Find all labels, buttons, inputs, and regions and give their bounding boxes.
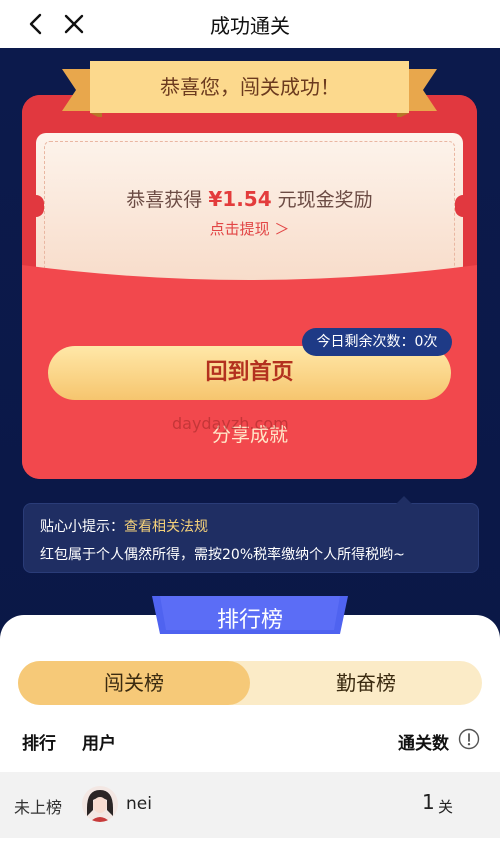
ranking-tabs: 闯关榜 勤奋榜 [18,661,482,705]
page-title: 成功通关 [210,14,290,38]
tips-box: 贴心小提示：查看相关法规 红包属于个人偶然所得，需按20%税率缴纳个人所得税哟~ [23,496,479,573]
tips-text: 红包属于个人偶然所得，需按20%税率缴纳个人所得税哟~ [40,547,405,563]
row-count: 1 [422,790,435,814]
row-rank: 未上榜 [14,798,63,817]
remaining-chances-badge: 今日剩余次数：0次 [302,328,452,356]
watermark: daydayzh.com [172,414,289,433]
tips-caret [396,496,412,504]
row-count-unit: 关 [438,798,454,816]
ranking-title: 排行榜 [216,608,283,633]
reward-amount: ¥1.54 [208,187,272,211]
success-banner-text: 恭喜您，闯关成功！ [160,75,340,99]
reward-text: 恭喜获得 ¥1.54 元现金奖励 [36,185,463,212]
header-count: 通关数 [398,734,449,754]
tips-header: 贴心小提示：查看相关法规 [40,516,208,536]
withdraw-link[interactable]: 点击提现 ＞ [36,218,463,239]
row-username: nei [126,794,152,814]
regulations-link[interactable]: 查看相关法规 [124,519,208,535]
avatar [82,786,118,822]
tab-diligence-rank[interactable]: 勤奋榜 [250,661,482,705]
header-rank: 排行 [22,734,56,754]
tab-challenge-rank[interactable]: 闯关榜 [18,661,250,705]
reward-prefix: 恭喜获得 [126,189,203,211]
tips-label: 贴心小提示： [40,519,124,535]
info-icon[interactable] [458,728,480,750]
top-bar: 成功通关 [0,0,500,48]
header-user: 用户 [82,734,116,754]
table-row: 未上榜 nei 1 关 [0,772,500,838]
reward-suffix: 元现金奖励 [277,189,373,211]
